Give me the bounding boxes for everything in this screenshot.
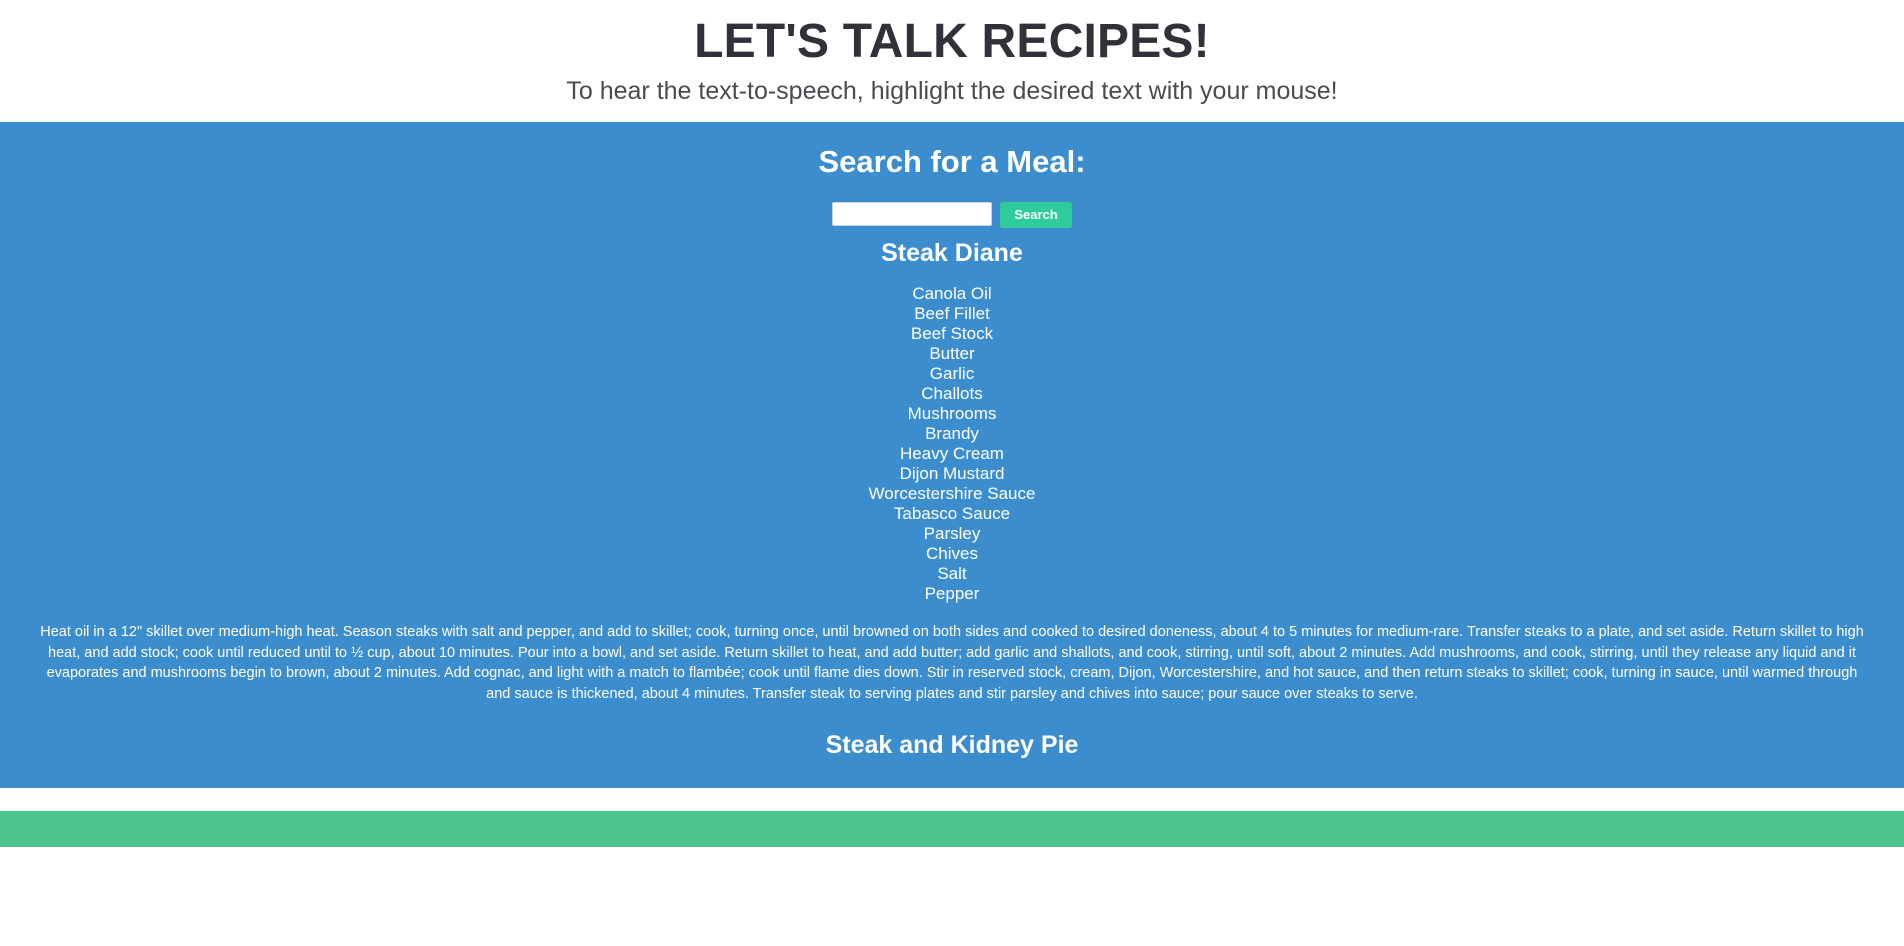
ingredient-item: Salt — [937, 564, 967, 583]
recipe-card: Steak Diane Canola Oil Beef Fillet Beef St… — [0, 238, 1904, 704]
ingredient-item: Heavy Cream — [900, 444, 1004, 463]
search-form: Search — [0, 202, 1904, 228]
search-button[interactable]: Search — [1000, 202, 1072, 228]
footer-green-bar — [0, 811, 1904, 847]
ingredient-item: Garlic — [929, 364, 975, 383]
ingredient-item: Beef Stock — [910, 324, 994, 343]
ingredient-item: Mushrooms — [907, 404, 997, 423]
site-header: LET'S TALK RECIPES! To hear the text-to-… — [0, 0, 1904, 122]
search-input[interactable] — [832, 202, 993, 226]
ingredient-item: Canola Oil — [912, 284, 992, 303]
ingredient-item: Parsley — [923, 524, 981, 543]
page-subtitle: To hear the text-to-speech, highlight th… — [566, 77, 1338, 105]
ingredient-item: Pepper — [924, 584, 980, 603]
page-bottom-fill — [0, 847, 1904, 881]
ingredient-item: Challots — [921, 384, 983, 403]
ingredient-item: Tabasco Sauce — [893, 504, 1011, 523]
recipe-card-next: Steak and Kidney Pie — [0, 730, 1904, 760]
ingredient-item: Butter — [929, 344, 975, 363]
ingredient-list: Canola Oil Beef Fillet Beef Stock Butter Gar… — [0, 284, 1904, 604]
search-heading: Search for a Meal: — [818, 144, 1086, 179]
recipe-title: Steak Diane — [881, 239, 1023, 267]
ingredient-item: Chives — [926, 544, 978, 563]
ingredient-item: Dijon Mustard — [899, 464, 1005, 483]
recipe-instructions: Heat oil in a 12" skillet over medium-hi… — [40, 624, 1864, 702]
ingredient-item: Worcestershire Sauce — [868, 484, 1036, 503]
ingredient-item: Beef Fillet — [914, 304, 990, 323]
page-title: LET'S TALK RECIPES! — [694, 15, 1210, 68]
white-divider — [0, 788, 1904, 811]
ingredient-item: Brandy — [925, 424, 979, 443]
main-blue-panel: Search for a Meal: Search Steak Diane Ca… — [0, 122, 1904, 788]
recipe-title-next: Steak and Kidney Pie — [825, 731, 1079, 759]
page-root: LET'S TALK RECIPES! To hear the text-to-… — [0, 0, 1904, 946]
